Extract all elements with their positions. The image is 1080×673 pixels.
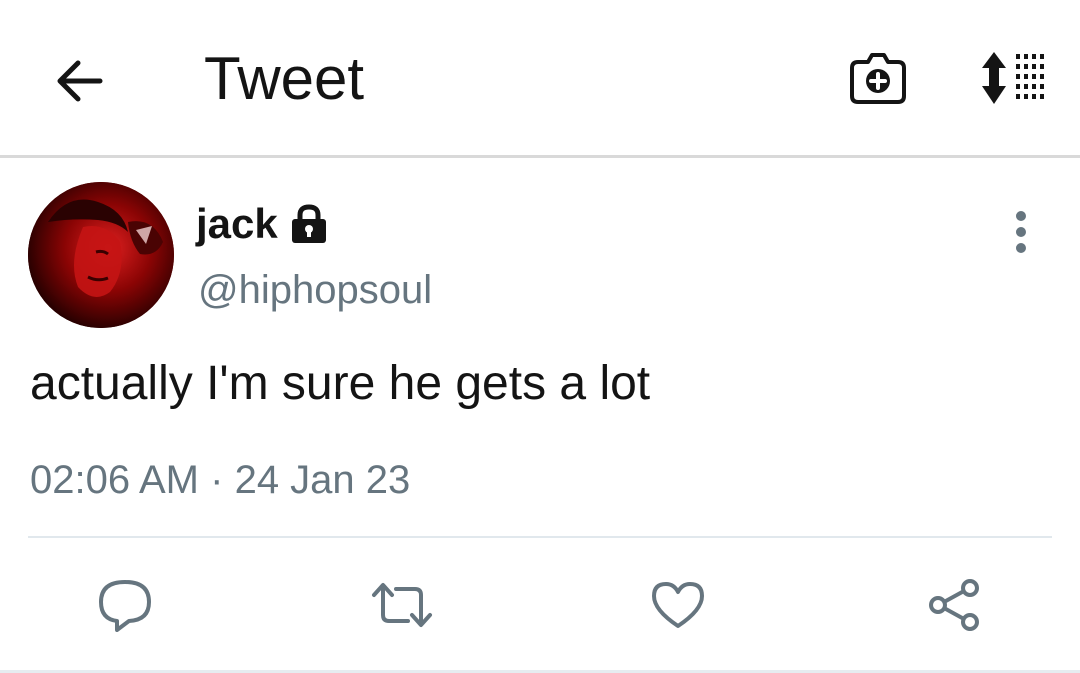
tweet-date: 24 Jan 23 [234,458,411,502]
retweet-button[interactable] [367,570,437,640]
share-icon [929,579,979,631]
lock-icon [288,202,330,246]
tweet-text: actually I'm sure he gets a lot [30,357,651,410]
tweet-action-bar [0,570,1080,640]
like-button[interactable] [643,570,713,640]
tweet-time: 02:06 AM [30,458,200,502]
share-button[interactable] [919,570,989,640]
sort-button[interactable] [972,46,1052,110]
more-options-button[interactable] [1000,204,1042,260]
arrow-left-icon [57,60,103,102]
display-name: jack [196,200,278,247]
back-button[interactable] [50,54,108,108]
reply-icon [99,580,151,632]
meta-separator: · [210,458,235,502]
sort-list-icon [982,52,1044,104]
user-handle[interactable]: @hiphopsoul [198,264,432,316]
top-app-bar: Tweet [0,0,1080,158]
camera-plus-icon [850,53,906,104]
retweet-icon [372,583,432,627]
avatar-image [28,182,174,328]
divider [28,536,1052,538]
heart-icon [652,582,704,628]
camera-button[interactable] [846,46,910,110]
avatar[interactable] [28,182,174,328]
more-vertical-icon [1016,211,1026,253]
page-title: Tweet [204,45,365,112]
reply-button[interactable] [90,570,160,640]
author-name-row[interactable]: jack [196,196,330,252]
tweet-detail-screen: Tweet jack @hiphopsoul actually I'm sure… [0,0,1080,673]
tweet-timestamp: 02:06 AM · 24 Jan 23 [30,452,410,508]
